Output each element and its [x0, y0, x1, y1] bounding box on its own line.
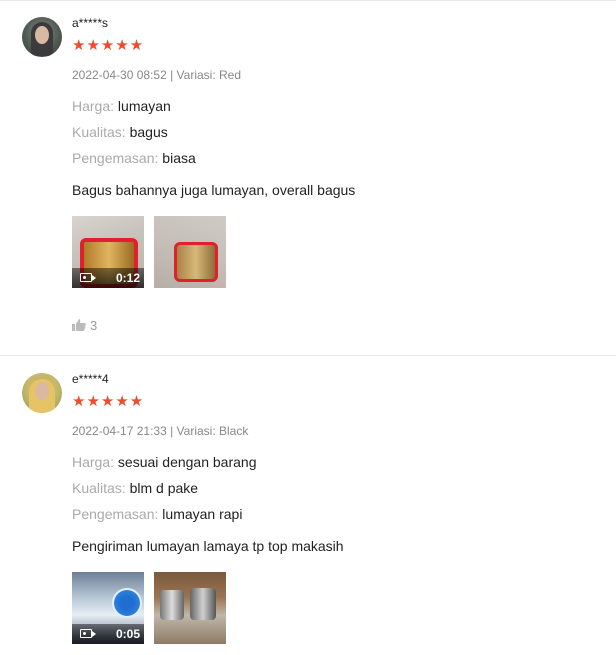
- attr-label: Harga:: [72, 98, 115, 114]
- attr-pengemasan: Pengemasan: biasa: [72, 150, 196, 166]
- review-meta: 2022-04-17 21:33 | Variasi: Black: [72, 424, 249, 438]
- video-duration: 0:05: [115, 627, 140, 641]
- attr-value: bagus: [129, 124, 168, 140]
- attr-label: Harga:: [72, 454, 115, 470]
- like-count: 3: [90, 318, 98, 333]
- reviewer-username: e*****4: [72, 372, 109, 386]
- review-image-thumbnail[interactable]: [154, 572, 226, 644]
- attr-harga: Harga: sesuai dengan barang: [72, 454, 256, 470]
- attr-harga: Harga: lumayan: [72, 98, 171, 114]
- review-comment: Pengiriman lumayan lamaya tp top makasih: [72, 538, 344, 554]
- attr-value: lumayan rapi: [162, 506, 243, 522]
- review-item: e*****4 ★★★★★ 2022-04-17 21:33 | Variasi…: [0, 356, 616, 655]
- avatar[interactable]: [22, 373, 62, 413]
- review-video-thumbnail[interactable]: 0:05: [72, 572, 144, 644]
- attr-label: Kualitas:: [72, 124, 126, 140]
- video-camera-icon: [80, 273, 96, 282]
- attr-label: Pengemasan:: [72, 506, 159, 522]
- video-overlay: 0:05: [72, 624, 144, 644]
- video-overlay: 0:12: [72, 268, 144, 288]
- attr-value: blm d pake: [129, 480, 199, 496]
- video-camera-icon: [80, 629, 96, 638]
- attr-value: biasa: [162, 150, 196, 166]
- like-button[interactable]: 3: [72, 318, 97, 333]
- review-meta: 2022-04-30 08:52 | Variasi: Red: [72, 68, 242, 82]
- review-video-thumbnail[interactable]: 0:12: [72, 216, 144, 288]
- attr-label: Pengemasan:: [72, 150, 159, 166]
- avatar[interactable]: [22, 17, 62, 57]
- review-item: a*****s ★★★★★ 2022-04-30 08:52 | Variasi…: [0, 0, 616, 356]
- attr-kualitas: Kualitas: bagus: [72, 124, 168, 140]
- review-image-thumbnail[interactable]: [154, 216, 226, 288]
- review-comment: Bagus bahannya juga lumayan, overall bag…: [72, 182, 356, 198]
- rating-stars: ★★★★★: [72, 37, 145, 54]
- video-duration: 0:12: [115, 271, 140, 285]
- attr-value: sesuai dengan barang: [117, 454, 257, 470]
- attr-value: lumayan: [117, 98, 171, 114]
- attr-kualitas: Kualitas: blm d pake: [72, 480, 198, 496]
- thumbs-up-icon: [72, 319, 86, 331]
- rating-stars: ★★★★★: [72, 393, 145, 410]
- attr-pengemasan: Pengemasan: lumayan rapi: [72, 506, 242, 522]
- reviewer-username: a*****s: [72, 16, 109, 30]
- attr-label: Kualitas:: [72, 480, 126, 496]
